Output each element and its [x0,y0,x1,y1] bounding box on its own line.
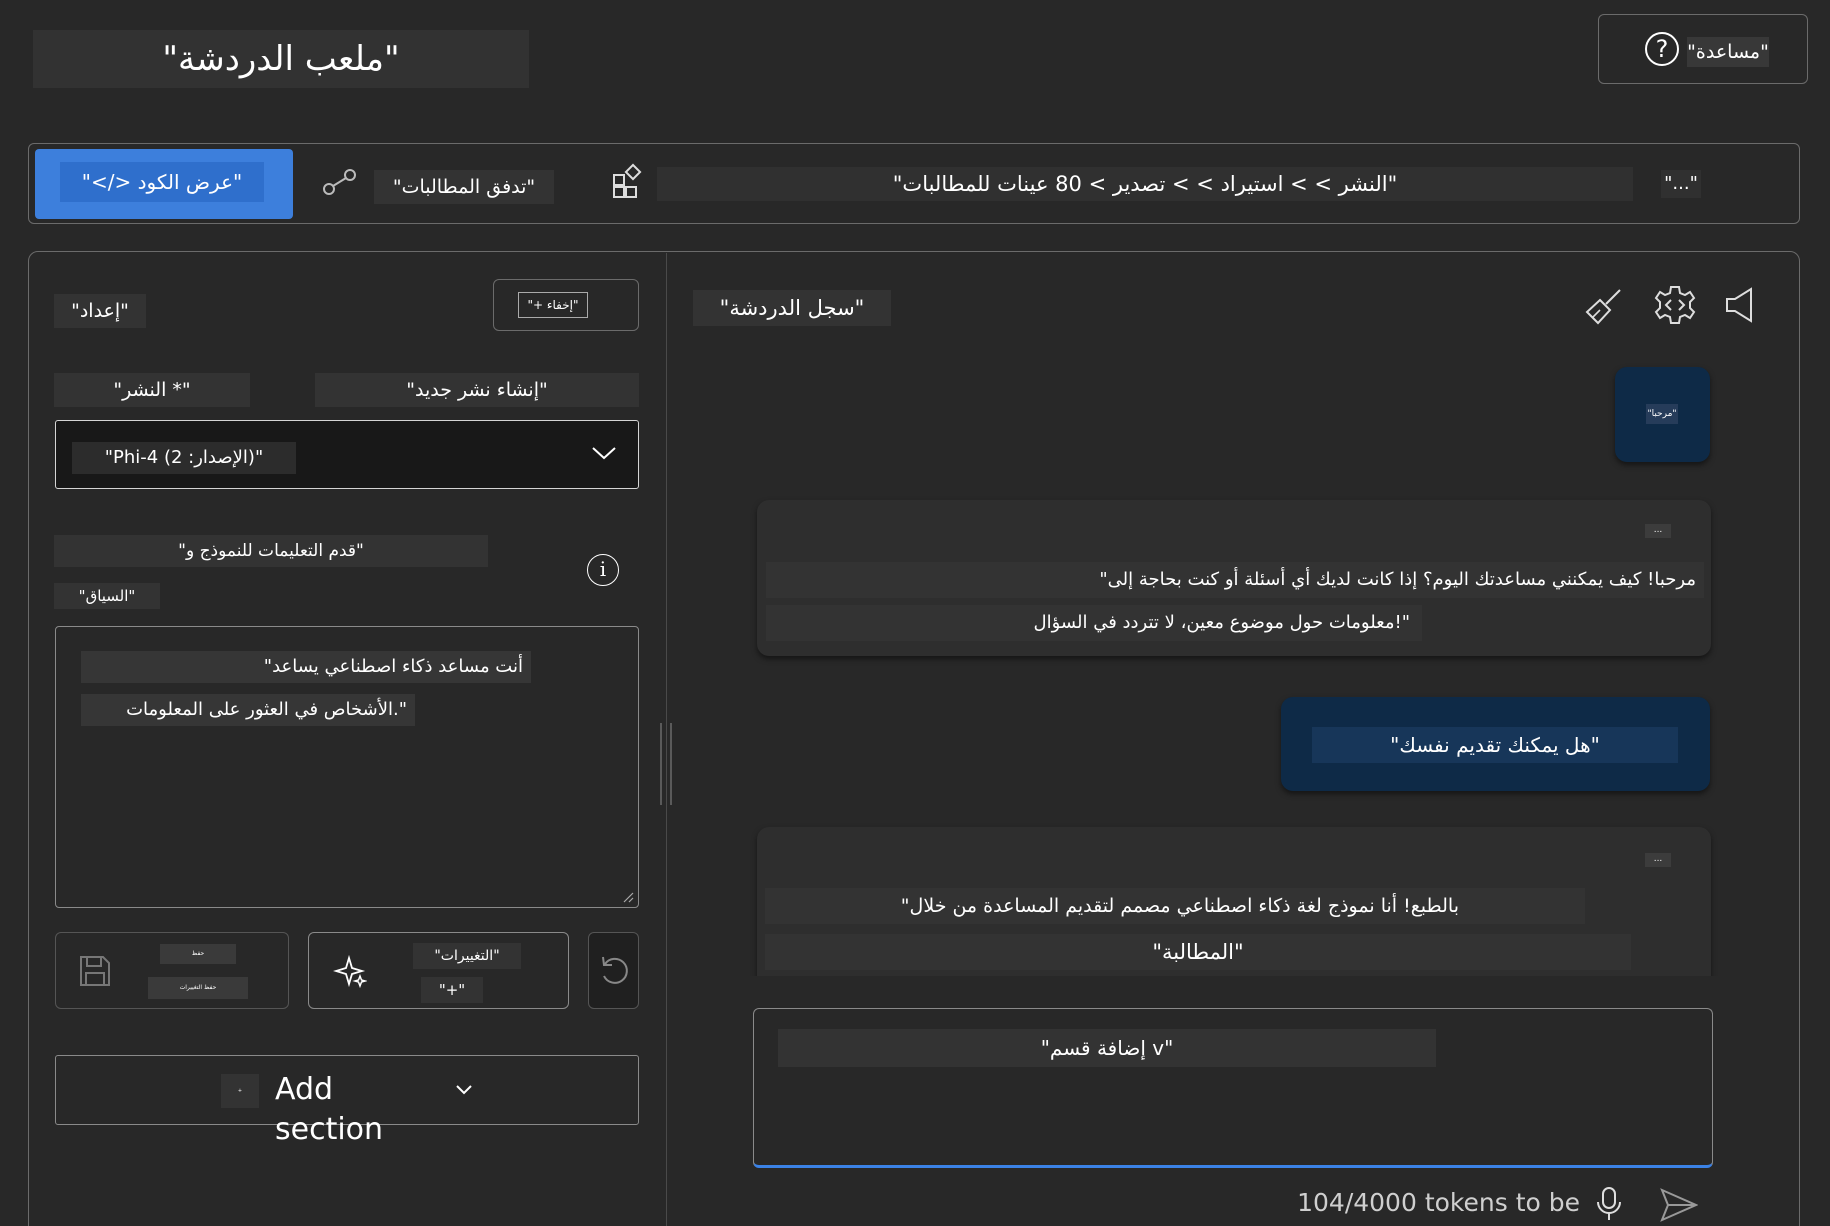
sparkle-icon [333,954,367,988]
message-text: "هل يمكنك تقديم نفسك" [1312,727,1678,763]
prompt-flow-link[interactable]: "تدفق المطالبات" [374,170,554,204]
more-button[interactable]: "..." [1661,170,1701,198]
view-code-button[interactable]: "</> عرض الكود" [35,149,293,219]
token-count: 104/4000 tokens to be sent [1297,1188,1580,1217]
message-options-icon[interactable]: ... [1645,853,1671,867]
flow-icon[interactable] [322,167,358,197]
deployment-select[interactable]: "Phi-4 (الإصدار: 2)" [55,420,639,489]
message-text: "مرحبا" [1646,404,1678,424]
apply-changes-button[interactable]: "التغييرات" "+" [308,932,569,1009]
add-section-tag: + [221,1074,259,1108]
save-button[interactable]: حفظ حفظ التغييرات [55,932,289,1009]
resize-handle[interactable] [660,723,672,805]
save-label: حفظ [160,944,236,964]
undo-icon [602,956,628,984]
save-sublabel: حفظ التغييرات [148,977,248,999]
breadcrumb[interactable]: "النشر > > استيراد > > تصدير > 80 عينات … [657,167,1633,201]
deployment-value: "Phi-4 (الإصدار: 2)" [72,442,296,474]
message-text: "بالطبع! أنا نموذج لغة ذكاء اصطناعي مصمم… [765,888,1585,924]
undo-button[interactable] [588,932,639,1009]
resize-grip-icon[interactable] [622,891,634,903]
chat-input[interactable]: "إضافة قسم v" [753,1008,1713,1168]
message-options-icon[interactable]: ... [1645,524,1671,538]
system-message-line: الأشخاص في العثور على المعلومات." [81,694,415,726]
send-icon[interactable] [1660,1188,1698,1222]
gear-icon[interactable] [1654,284,1696,326]
hide-setup-button[interactable]: "+ إخفاء" [493,279,639,331]
message-text: "المطالبة" [765,934,1631,970]
create-deployment-link[interactable]: "إنشاء نشر جديد" [315,373,639,407]
toolbar: "</> عرض الكود" "تدفق المطالبات" "النشر … [28,143,1800,224]
page-title: "ملعب الدردشة" [33,30,529,88]
context-label: "السياق" [54,583,160,609]
add-section-label: Add section [275,1072,384,1147]
assistant-message: ... "بالطبع! أنا نموذج لغة ذكاء اصطناعي … [757,827,1711,997]
chat-scroll-edge [740,976,1740,1006]
add-section-button[interactable]: + Add section [55,1055,639,1147]
user-message: "هل يمكنك تقديم نفسك" [1281,697,1710,791]
apply-changes-sublabel: "+" [421,977,483,1003]
chevron-down-icon [456,1085,472,1095]
help-label: "مساعدة" [1687,37,1769,67]
speaker-icon[interactable] [1724,286,1758,324]
user-message: "مرحبا" [1615,367,1710,462]
deployment-label: "النشر *" [54,373,250,407]
system-message-textarea[interactable]: "أنت مساعد ذكاء اصطناعي يساعد الأشخاص في… [55,626,639,908]
message-text: معلومات حول موضوع معين، لا تتردد في السؤ… [766,605,1422,641]
chat-input-placeholder: "إضافة قسم v" [778,1029,1436,1067]
hide-label: "+ إخفاء" [518,292,588,318]
save-icon [80,956,110,986]
info-icon[interactable]: i [587,554,619,586]
assistant-message: ... "مرحبا! كيف يمكنني مساعدتك اليوم؟ إذ… [757,500,1711,656]
view-code-label: "</> عرض الكود" [60,162,264,202]
message-text: "مرحبا! كيف يمكنني مساعدتك اليوم؟ إذا كا… [766,562,1704,598]
chat-history-title: "سجل الدردشة" [693,290,891,326]
apply-changes-label: "التغييرات" [413,943,521,969]
chevron-down-icon [592,447,616,460]
question-circle-icon: ? [1645,32,1679,66]
setup-title: "إعداد" [54,294,146,328]
microphone-icon[interactable] [1595,1186,1623,1222]
broom-icon[interactable] [1584,286,1624,326]
apps-icon[interactable] [612,163,648,199]
system-message-line: "أنت مساعد ذكاء اصطناعي يساعد [81,651,531,683]
help-button[interactable]: ? "مساعدة" [1598,14,1808,84]
instructions-label: "قدم التعليمات للنموذج و" [54,535,488,567]
